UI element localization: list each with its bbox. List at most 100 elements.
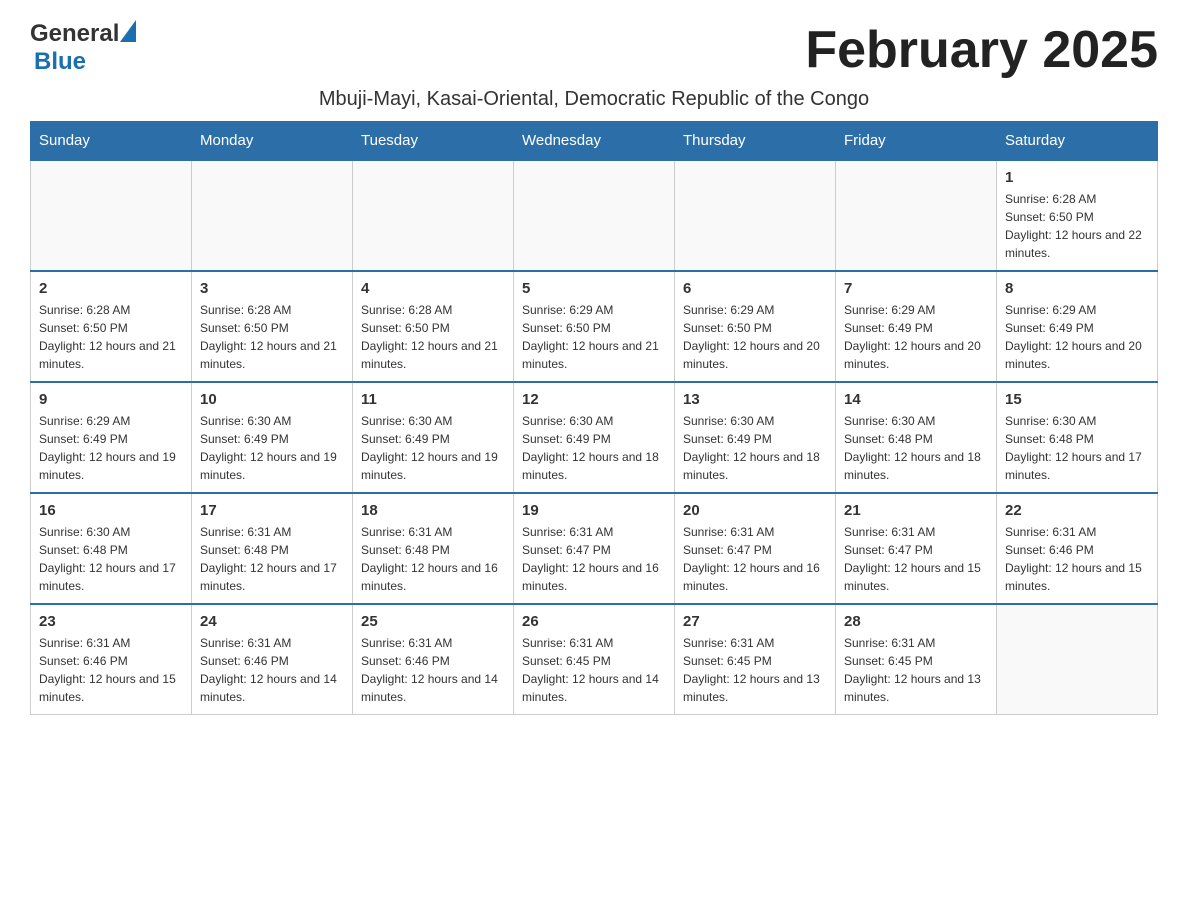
- day-info: Sunrise: 6:28 AMSunset: 6:50 PMDaylight:…: [200, 301, 344, 373]
- day-info: Sunrise: 6:31 AMSunset: 6:47 PMDaylight:…: [522, 523, 666, 595]
- calendar-day-cell: 19 Sunrise: 6:31 AMSunset: 6:47 PMDayligh…: [514, 493, 675, 604]
- calendar-day-cell: [675, 160, 836, 271]
- day-header-monday: Monday: [192, 122, 353, 161]
- calendar-day-cell: 14 Sunrise: 6:30 AMSunset: 6:48 PMDayligh…: [836, 382, 997, 493]
- day-number: 25: [361, 613, 505, 630]
- day-number: 16: [39, 502, 183, 519]
- day-header-sunday: Sunday: [31, 122, 192, 161]
- day-info: Sunrise: 6:31 AMSunset: 6:45 PMDaylight:…: [522, 634, 666, 706]
- calendar-day-cell: 9 Sunrise: 6:29 AMSunset: 6:49 PMDaylight…: [31, 382, 192, 493]
- day-number: 6: [683, 280, 827, 297]
- day-number: 19: [522, 502, 666, 519]
- calendar-day-cell: [997, 604, 1158, 715]
- day-header-saturday: Saturday: [997, 122, 1158, 161]
- logo-general-text: General: [30, 20, 119, 48]
- day-info: Sunrise: 6:28 AMSunset: 6:50 PMDaylight:…: [39, 301, 183, 373]
- day-info: Sunrise: 6:28 AMSunset: 6:50 PMDaylight:…: [1005, 190, 1149, 262]
- day-info: Sunrise: 6:30 AMSunset: 6:48 PMDaylight:…: [39, 523, 183, 595]
- day-number: 28: [844, 613, 988, 630]
- calendar-day-cell: 28Sunrise: 6:31 AMSunset: 6:45 PMDayligh…: [836, 604, 997, 715]
- day-number: 18: [361, 502, 505, 519]
- day-number: 7: [844, 280, 988, 297]
- calendar-day-cell: 2 Sunrise: 6:28 AMSunset: 6:50 PMDaylight…: [31, 271, 192, 382]
- calendar-day-cell: 5 Sunrise: 6:29 AMSunset: 6:50 PMDaylight…: [514, 271, 675, 382]
- day-header-wednesday: Wednesday: [514, 122, 675, 161]
- day-header-tuesday: Tuesday: [353, 122, 514, 161]
- day-info: Sunrise: 6:30 AMSunset: 6:49 PMDaylight:…: [683, 412, 827, 484]
- calendar-day-cell: [836, 160, 997, 271]
- day-number: 5: [522, 280, 666, 297]
- calendar-day-cell: 20 Sunrise: 6:31 AMSunset: 6:47 PMDayligh…: [675, 493, 836, 604]
- day-number: 15: [1005, 391, 1149, 408]
- day-number: 10: [200, 391, 344, 408]
- calendar-day-cell: 6 Sunrise: 6:29 AMSunset: 6:50 PMDaylight…: [675, 271, 836, 382]
- day-info: Sunrise: 6:30 AMSunset: 6:48 PMDaylight:…: [1005, 412, 1149, 484]
- month-title: February 2025: [805, 20, 1158, 80]
- day-info: Sunrise: 6:30 AMSunset: 6:49 PMDaylight:…: [200, 412, 344, 484]
- calendar-day-cell: 16 Sunrise: 6:30 AMSunset: 6:48 PMDayligh…: [31, 493, 192, 604]
- calendar-day-cell: 22 Sunrise: 6:31 AMSunset: 6:46 PMDayligh…: [997, 493, 1158, 604]
- calendar-day-cell: 18 Sunrise: 6:31 AMSunset: 6:48 PMDayligh…: [353, 493, 514, 604]
- day-header-thursday: Thursday: [675, 122, 836, 161]
- day-number: 1: [1005, 169, 1149, 186]
- calendar-day-cell: 21 Sunrise: 6:31 AMSunset: 6:47 PMDayligh…: [836, 493, 997, 604]
- day-number: 8: [1005, 280, 1149, 297]
- calendar-day-cell: 25 Sunrise: 6:31 AMSunset: 6:46 PMDayligh…: [353, 604, 514, 715]
- logo-triangle-icon: [120, 20, 136, 42]
- day-number: 23: [39, 613, 183, 630]
- calendar-week-row: 2 Sunrise: 6:28 AMSunset: 6:50 PMDaylight…: [31, 271, 1158, 382]
- day-info: Sunrise: 6:31 AMSunset: 6:45 PMDaylight:…: [683, 634, 827, 706]
- calendar-day-cell: 24 Sunrise: 6:31 AMSunset: 6:46 PMDayligh…: [192, 604, 353, 715]
- day-info: Sunrise: 6:28 AMSunset: 6:50 PMDaylight:…: [361, 301, 505, 373]
- calendar-day-cell: 26Sunrise: 6:31 AMSunset: 6:45 PMDayligh…: [514, 604, 675, 715]
- calendar-day-cell: 27 Sunrise: 6:31 AMSunset: 6:45 PMDayligh…: [675, 604, 836, 715]
- day-number: 12: [522, 391, 666, 408]
- calendar-day-cell: 10 Sunrise: 6:30 AMSunset: 6:49 PMDayligh…: [192, 382, 353, 493]
- day-info: Sunrise: 6:31 AMSunset: 6:46 PMDaylight:…: [361, 634, 505, 706]
- logo: General Blue: [30, 20, 136, 76]
- calendar-week-row: 1 Sunrise: 6:28 AMSunset: 6:50 PMDaylight…: [31, 160, 1158, 271]
- day-number: 22: [1005, 502, 1149, 519]
- calendar-week-row: 23 Sunrise: 6:31 AMSunset: 6:46 PMDayligh…: [31, 604, 1158, 715]
- calendar-day-cell: 3Sunrise: 6:28 AMSunset: 6:50 PMDaylight…: [192, 271, 353, 382]
- calendar-day-cell: 11 Sunrise: 6:30 AMSunset: 6:49 PMDayligh…: [353, 382, 514, 493]
- calendar-day-cell: 7 Sunrise: 6:29 AMSunset: 6:49 PMDaylight…: [836, 271, 997, 382]
- calendar-day-cell: 8 Sunrise: 6:29 AMSunset: 6:49 PMDaylight…: [997, 271, 1158, 382]
- day-info: Sunrise: 6:31 AMSunset: 6:47 PMDaylight:…: [683, 523, 827, 595]
- calendar-table: SundayMondayTuesdayWednesdayThursdayFrid…: [30, 121, 1158, 715]
- day-number: 27: [683, 613, 827, 630]
- day-number: 24: [200, 613, 344, 630]
- day-info: Sunrise: 6:29 AMSunset: 6:50 PMDaylight:…: [522, 301, 666, 373]
- calendar-week-row: 9 Sunrise: 6:29 AMSunset: 6:49 PMDaylight…: [31, 382, 1158, 493]
- day-info: Sunrise: 6:31 AMSunset: 6:47 PMDaylight:…: [844, 523, 988, 595]
- day-number: 13: [683, 391, 827, 408]
- day-number: 4: [361, 280, 505, 297]
- day-number: 20: [683, 502, 827, 519]
- day-info: Sunrise: 6:29 AMSunset: 6:49 PMDaylight:…: [39, 412, 183, 484]
- calendar-day-cell: 23 Sunrise: 6:31 AMSunset: 6:46 PMDayligh…: [31, 604, 192, 715]
- calendar-day-cell: [514, 160, 675, 271]
- day-info: Sunrise: 6:31 AMSunset: 6:46 PMDaylight:…: [1005, 523, 1149, 595]
- day-header-friday: Friday: [836, 122, 997, 161]
- calendar-day-cell: [31, 160, 192, 271]
- day-number: 11: [361, 391, 505, 408]
- day-info: Sunrise: 6:29 AMSunset: 6:49 PMDaylight:…: [844, 301, 988, 373]
- calendar-day-cell: [192, 160, 353, 271]
- day-info: Sunrise: 6:30 AMSunset: 6:49 PMDaylight:…: [361, 412, 505, 484]
- day-number: 17: [200, 502, 344, 519]
- day-info: Sunrise: 6:30 AMSunset: 6:48 PMDaylight:…: [844, 412, 988, 484]
- calendar-day-cell: 12Sunrise: 6:30 AMSunset: 6:49 PMDayligh…: [514, 382, 675, 493]
- day-info: Sunrise: 6:31 AMSunset: 6:46 PMDaylight:…: [200, 634, 344, 706]
- day-number: 14: [844, 391, 988, 408]
- calendar-day-cell: 1 Sunrise: 6:28 AMSunset: 6:50 PMDaylight…: [997, 160, 1158, 271]
- calendar-day-cell: 17Sunrise: 6:31 AMSunset: 6:48 PMDayligh…: [192, 493, 353, 604]
- day-info: Sunrise: 6:31 AMSunset: 6:46 PMDaylight:…: [39, 634, 183, 706]
- day-info: Sunrise: 6:29 AMSunset: 6:49 PMDaylight:…: [1005, 301, 1149, 373]
- header: General Blue February 2025: [30, 20, 1158, 80]
- day-number: 21: [844, 502, 988, 519]
- day-info: Sunrise: 6:29 AMSunset: 6:50 PMDaylight:…: [683, 301, 827, 373]
- day-number: 2: [39, 280, 183, 297]
- day-info: Sunrise: 6:31 AMSunset: 6:48 PMDaylight:…: [361, 523, 505, 595]
- logo-blue-text: Blue: [34, 48, 86, 75]
- day-number: 9: [39, 391, 183, 408]
